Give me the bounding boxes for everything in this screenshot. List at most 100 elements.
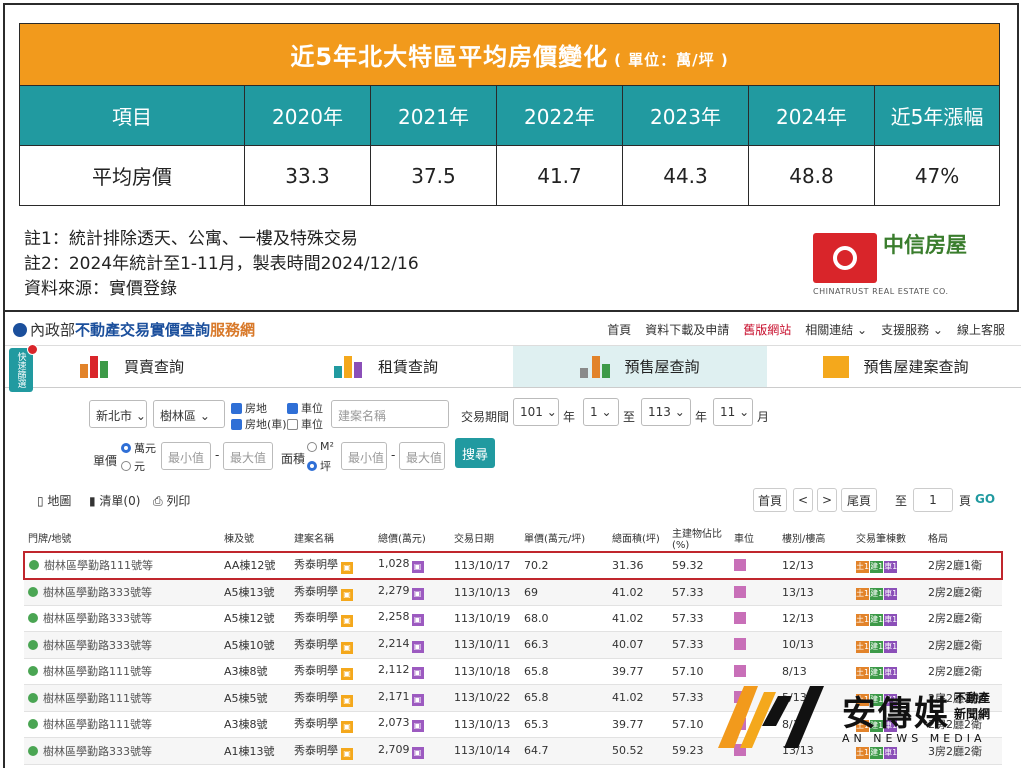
project-info-icon[interactable]: ▣ [341,721,353,734]
cell-total-price: 2,112 ▣ [374,658,450,685]
cell-unit-price: 68.0 [520,605,608,632]
col-unit-price[interactable]: 單價(萬元/坪) [520,524,608,553]
table-row[interactable]: 樹林區學勤路333號等 A5棟10號 秀泰明學 ▣ 2,214 ▣ 113/10/11 66.… [24,631,1002,659]
radio-price-yuan[interactable]: 元 [121,458,145,474]
project-info-icon[interactable]: ▣ [341,615,353,628]
cell-address[interactable]: 樹林區學勤路111號等 [24,711,220,738]
nav-links[interactable]: 相關連結 ⌄ [805,321,867,338]
col-main-ratio[interactable]: 主建物佔比(%) [668,524,730,553]
year-from-select[interactable]: 101 ⌄ [513,398,559,426]
page-input[interactable]: 1 [913,488,953,512]
col-total-price[interactable]: 總價(萬元) [374,524,450,553]
expand-icon[interactable] [28,666,38,677]
radio-area-ping[interactable]: 坪 [307,458,331,474]
cell-address[interactable]: 樹林區學勤路333號等 [24,605,220,632]
cell-project: 秀泰明學 ▣ [290,658,374,685]
project-info-icon[interactable]: ▣ [341,694,353,707]
project-name-input[interactable]: 建案名稱 [331,400,449,428]
project-info-icon[interactable]: ▣ [341,747,353,760]
table-row[interactable]: 樹林區學勤路333號等 A5棟13號 秀泰明學 ▣ 2,279 ▣ 113/10/13 69 4… [24,578,1002,606]
nav-online-service[interactable]: 線上客服 [957,321,1005,338]
expand-icon[interactable] [28,613,38,624]
first-page-button[interactable]: 首頁 [753,488,787,512]
col-date[interactable]: 交易日期 [450,524,520,553]
parking-icon[interactable] [734,638,746,651]
next-page-button[interactable]: > [817,488,837,512]
price-detail-icon[interactable]: ▣ [411,614,424,627]
radio-area-m2[interactable]: M² [307,440,334,453]
tab-presale-project[interactable]: 預售屋建案查詢 [767,346,1021,387]
tab-presale[interactable]: 預售屋查詢 [513,346,767,387]
col-project[interactable]: 建案名稱 [290,524,374,553]
price-detail-icon[interactable]: ▣ [411,720,424,733]
list-button[interactable]: ▮ 清單(0) [89,492,140,509]
col-parking[interactable]: 車位 [730,524,778,553]
cell-address[interactable]: 樹林區學勤路111號等 [23,551,220,580]
month-from-select[interactable]: 1 ⌄ [583,398,619,426]
col-unit[interactable]: 棟及號 [220,524,290,553]
price-detail-icon[interactable]: ▣ [411,588,424,600]
table-row[interactable]: 樹林區學勤路333號等 A5棟12號 秀泰明學 ▣ 2,258 ▣ 113/10/19 68.… [24,605,1002,632]
nav-download[interactable]: 資料下載及申請 [645,321,729,338]
project-info-icon[interactable]: ▣ [341,668,353,681]
checkbox-house[interactable]: 房地 [231,400,267,416]
year-to-select[interactable]: 113 ⌄ [641,398,691,426]
city-select[interactable]: 新北市 ⌄ [89,400,147,428]
project-info-icon[interactable]: ▣ [341,641,353,654]
project-info-icon[interactable]: ▣ [341,562,353,575]
price-detail-icon[interactable]: ▣ [411,667,424,680]
parking-icon[interactable] [734,664,746,677]
col-address[interactable]: 門牌/地號 [24,524,220,553]
expand-icon[interactable] [28,719,38,730]
checkbox-car[interactable]: 車位 [287,400,323,416]
checkbox-land-car[interactable]: 房地(車) [231,416,287,432]
expand-icon[interactable] [28,587,38,597]
price-detail-icon[interactable]: ▣ [411,746,424,759]
go-button[interactable]: GO [975,492,995,506]
table-row[interactable]: 樹林區學勤路111號等 A3棟8號 秀泰明學 ▣ 2,112 ▣ 113/10/18 65.8… [24,658,1002,685]
nav-home[interactable]: 首頁 [607,321,631,338]
cell-total-price-text: 2,112 [378,663,410,677]
area-min-input[interactable]: 最小值 [341,442,387,470]
col-layout[interactable]: 格局 [924,524,1002,553]
price-min-input[interactable]: 最小值 [161,442,211,470]
site-logo[interactable]: 內政部不動產交易實價查詢服務網 [13,319,255,340]
price-detail-icon[interactable]: ▣ [411,561,424,574]
checkbox-car-only[interactable]: 車位 [287,416,323,432]
radio-price-wan[interactable]: 萬元 [121,440,156,456]
map-button[interactable]: ▯ 地圖 [37,492,71,509]
nav-support[interactable]: 支援服務 ⌄ [881,321,943,338]
cell-address[interactable]: 樹林區學勤路333號等 [24,737,220,765]
cell-address[interactable]: 樹林區學勤路333號等 [24,631,220,659]
col-units[interactable]: 交易筆棟數 [852,524,924,553]
nav-old-site[interactable]: 舊版網站 [743,321,791,338]
parking-icon[interactable] [734,585,746,598]
project-info-icon[interactable]: ▣ [341,589,353,601]
col-area[interactable]: 總面積(坪) [608,524,668,553]
month-to-select[interactable]: 11 ⌄ [713,398,753,426]
cell-address[interactable]: 樹林區學勤路111號等 [24,658,220,685]
expand-icon[interactable] [29,560,39,571]
prev-page-button[interactable]: < [793,488,813,512]
parking-icon[interactable] [734,558,746,571]
last-page-button[interactable]: 尾頁 [841,488,877,512]
expand-icon[interactable] [28,639,38,650]
parking-icon[interactable] [734,611,746,624]
price-detail-icon[interactable]: ▣ [411,640,424,653]
expand-icon[interactable] [28,745,38,756]
col-floor[interactable]: 樓別/樓高 [778,524,852,553]
quick-filter-tab[interactable]: 快速篩選 [9,344,38,392]
expand-icon[interactable] [28,692,38,703]
tab-sale[interactable]: 買賣查詢 [5,346,259,387]
price-detail-icon[interactable]: ▣ [411,693,424,706]
district-select[interactable]: 樹林區 ⌄ [153,400,225,428]
cell-total-price: 2,279 ▣ [374,578,450,606]
area-max-input[interactable]: 最大值 [399,442,445,470]
cell-address[interactable]: 樹林區學勤路333號等 [24,578,220,606]
print-button[interactable]: ⎙ 列印 [153,492,190,509]
search-button[interactable]: 搜尋 [455,438,495,468]
cell-address[interactable]: 樹林區學勤路111號等 [24,684,220,712]
tab-rent[interactable]: 租賃查詢 [259,346,513,387]
table-row[interactable]: 樹林區學勤路111號等 AA棟12號 秀泰明學 ▣ 1,028 ▣ 113/10/17 70.… [23,551,1003,580]
price-max-input[interactable]: 最大值 [223,442,273,470]
